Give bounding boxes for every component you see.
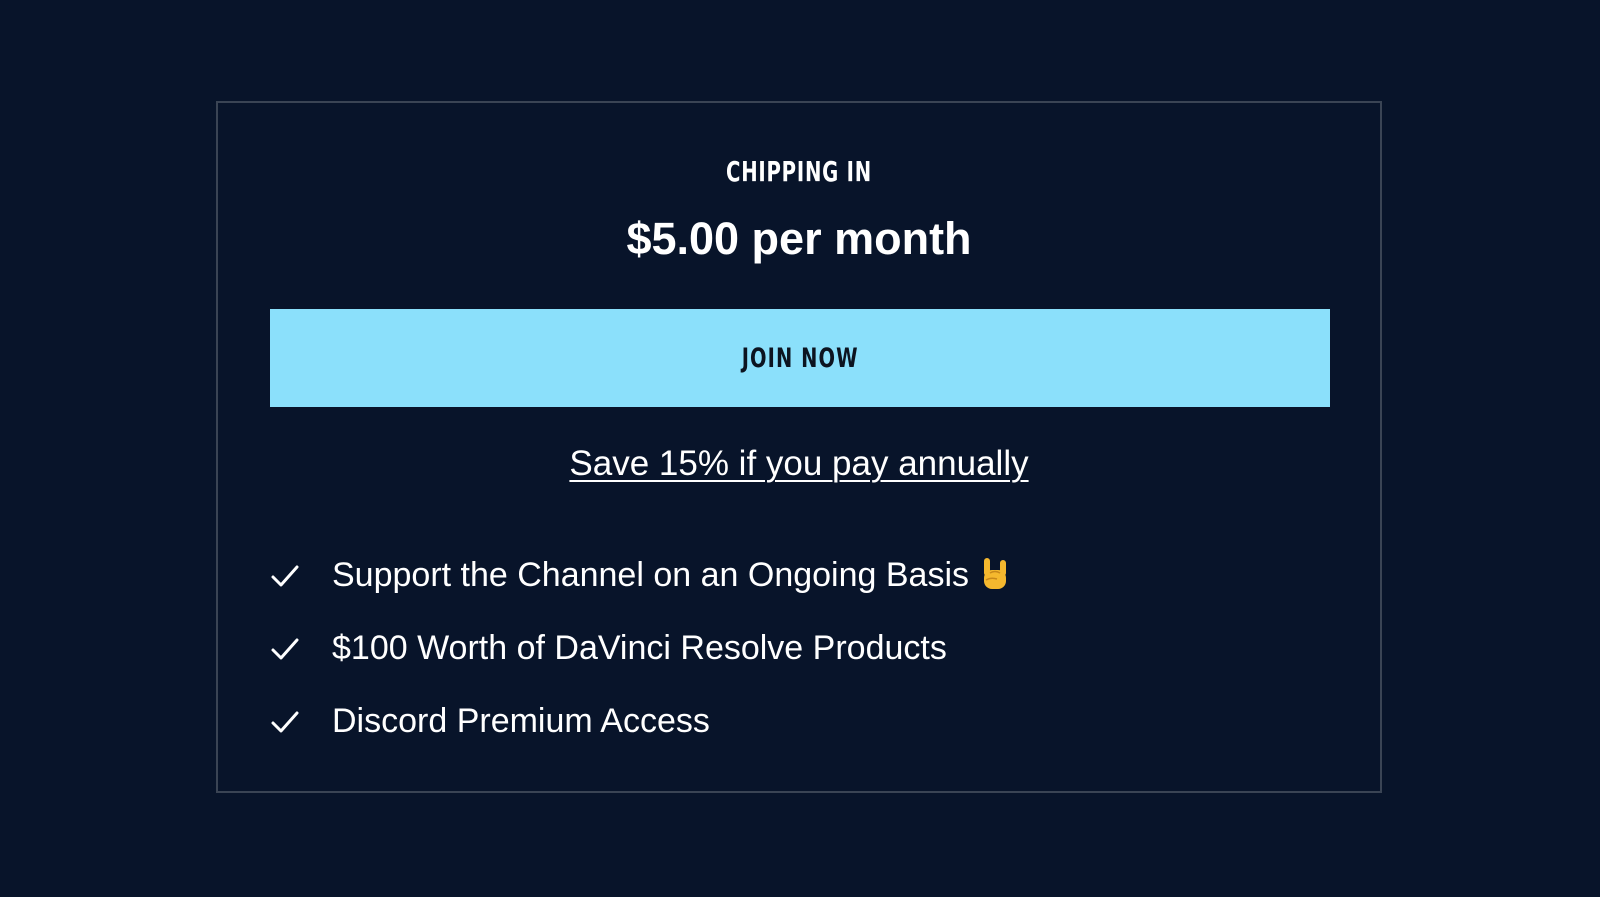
rock-on-hand-emoji-icon [981, 556, 1009, 592]
benefits-list: Support the Channel on an Ongoing Basis … [270, 539, 1009, 758]
benefit-label: Discord Premium Access [332, 702, 710, 740]
check-icon [270, 561, 300, 591]
join-now-label: JOIN NOW [741, 342, 859, 374]
tier-price: $5.00 per month [626, 213, 972, 264]
benefit-item: $100 Worth of DaVinci Resolve Products [270, 612, 1009, 685]
benefit-label: $100 Worth of DaVinci Resolve Products [332, 629, 947, 667]
benefit-label: Support the Channel on an Ongoing Basis [332, 556, 970, 594]
tier-name: CHIPPING IN [725, 155, 873, 188]
annual-savings-row: Save 15% if you pay annually [218, 444, 1380, 484]
annual-savings-link[interactable]: Save 15% if you pay annually [569, 444, 1028, 483]
membership-tier-card: CHIPPING IN $5.00 per month JOIN NOW Sav… [216, 101, 1382, 793]
check-icon [270, 634, 300, 664]
check-icon [270, 707, 300, 737]
benefit-item: Support the Channel on an Ongoing Basis [270, 539, 1009, 612]
benefit-item: Discord Premium Access [270, 685, 1009, 758]
benefit-text: Support the Channel on an Ongoing Basis [332, 556, 1009, 595]
join-now-button[interactable]: JOIN NOW [270, 309, 1330, 407]
